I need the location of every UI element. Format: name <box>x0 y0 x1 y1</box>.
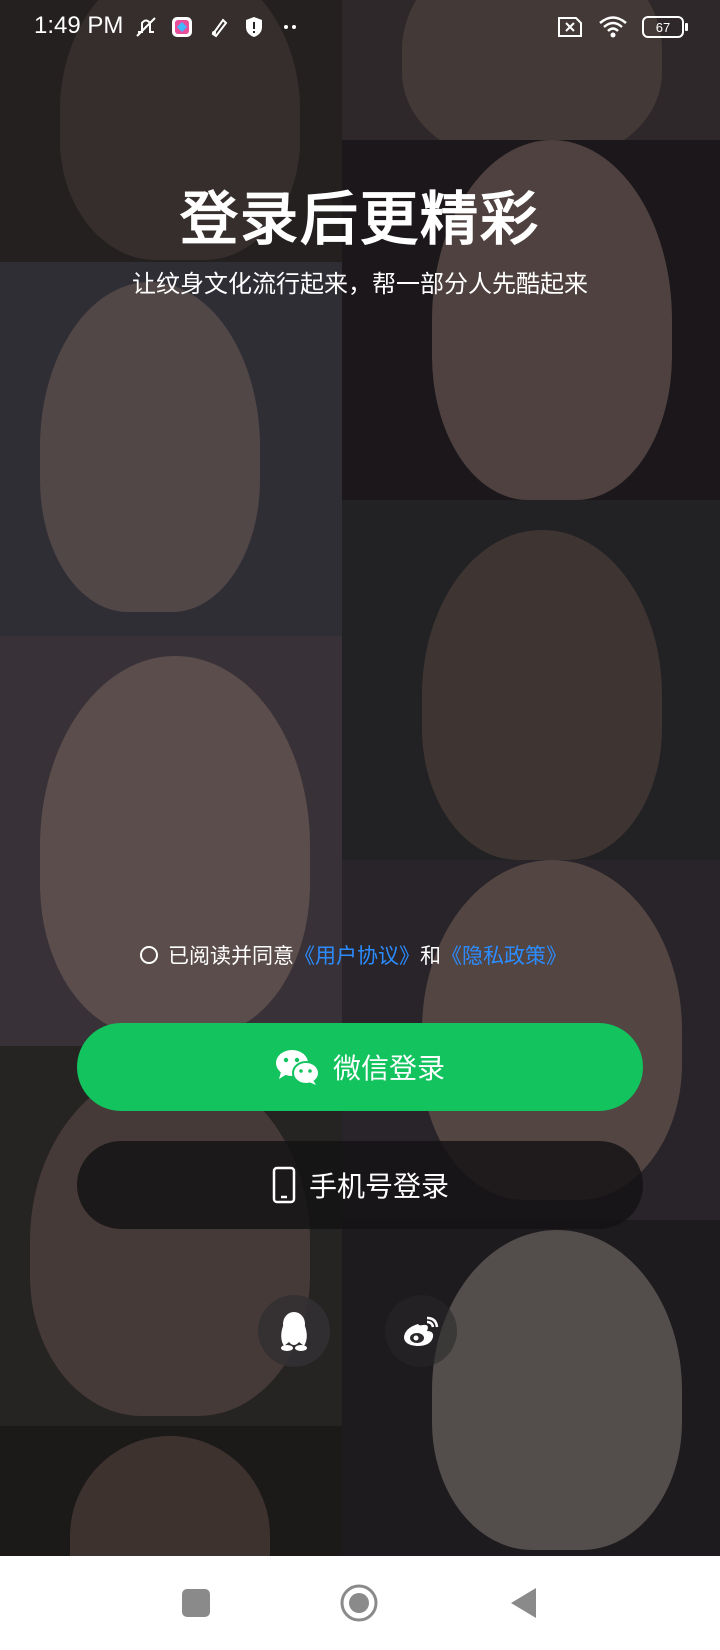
agreement-row: 已阅读并同意 《用户协议》 和 《隐私政策》 <box>140 940 567 970</box>
page-subtitle: 让纹身文化流行起来，帮一部分人先酷起来 <box>132 270 588 298</box>
battery-icon: 67 <box>642 16 688 38</box>
privacy-policy-link[interactable]: 《隐私政策》 <box>441 940 567 970</box>
agreement-conjunction: 和 <box>420 944 441 968</box>
wechat-login-label: 微信登录 <box>332 1052 445 1085</box>
user-agreement-link[interactable]: 《用户协议》 <box>294 940 420 970</box>
weibo-icon <box>404 1316 439 1346</box>
recents-square-icon[interactable] <box>182 1589 210 1617</box>
back-triangle-icon[interactable] <box>508 1586 538 1620</box>
shield-icon <box>246 17 262 37</box>
phone-login-button[interactable]: 手机号登录 <box>77 1141 643 1229</box>
wechat-icon <box>275 1048 321 1086</box>
status-icons-right: 67 <box>556 14 688 40</box>
agreement-prefix: 已阅读并同意 <box>168 944 294 968</box>
status-time: 1:49 PM <box>34 12 124 39</box>
status-bar: 1:49 PM 67 <box>0 0 720 56</box>
no-sim-icon <box>558 17 582 37</box>
tool-notification-icon <box>211 18 228 38</box>
mute-icon <box>136 17 156 37</box>
wechat-login-button[interactable]: 微信登录 <box>77 1023 643 1111</box>
agreement-checkbox[interactable] <box>140 946 158 964</box>
home-circle-icon[interactable] <box>340 1584 378 1622</box>
qq-login-button[interactable] <box>258 1295 330 1367</box>
system-nav-bar <box>0 1556 720 1650</box>
battery-level: 67 <box>655 19 671 35</box>
phone-icon <box>271 1166 297 1204</box>
login-screen: 1:49 PM 67 登录后更精彩 让纹身文化流行起来，帮一部分人先酷起来 已阅… <box>0 0 720 1650</box>
app-notification-icon <box>172 17 192 37</box>
wifi-icon <box>599 16 627 38</box>
page-title: 登录后更精彩 <box>179 185 540 253</box>
qq-icon <box>281 1312 307 1351</box>
weibo-login-button[interactable] <box>385 1295 457 1367</box>
more-dots-icon <box>284 25 296 29</box>
phone-login-label: 手机号登录 <box>308 1170 449 1203</box>
status-icons-left <box>133 14 303 40</box>
